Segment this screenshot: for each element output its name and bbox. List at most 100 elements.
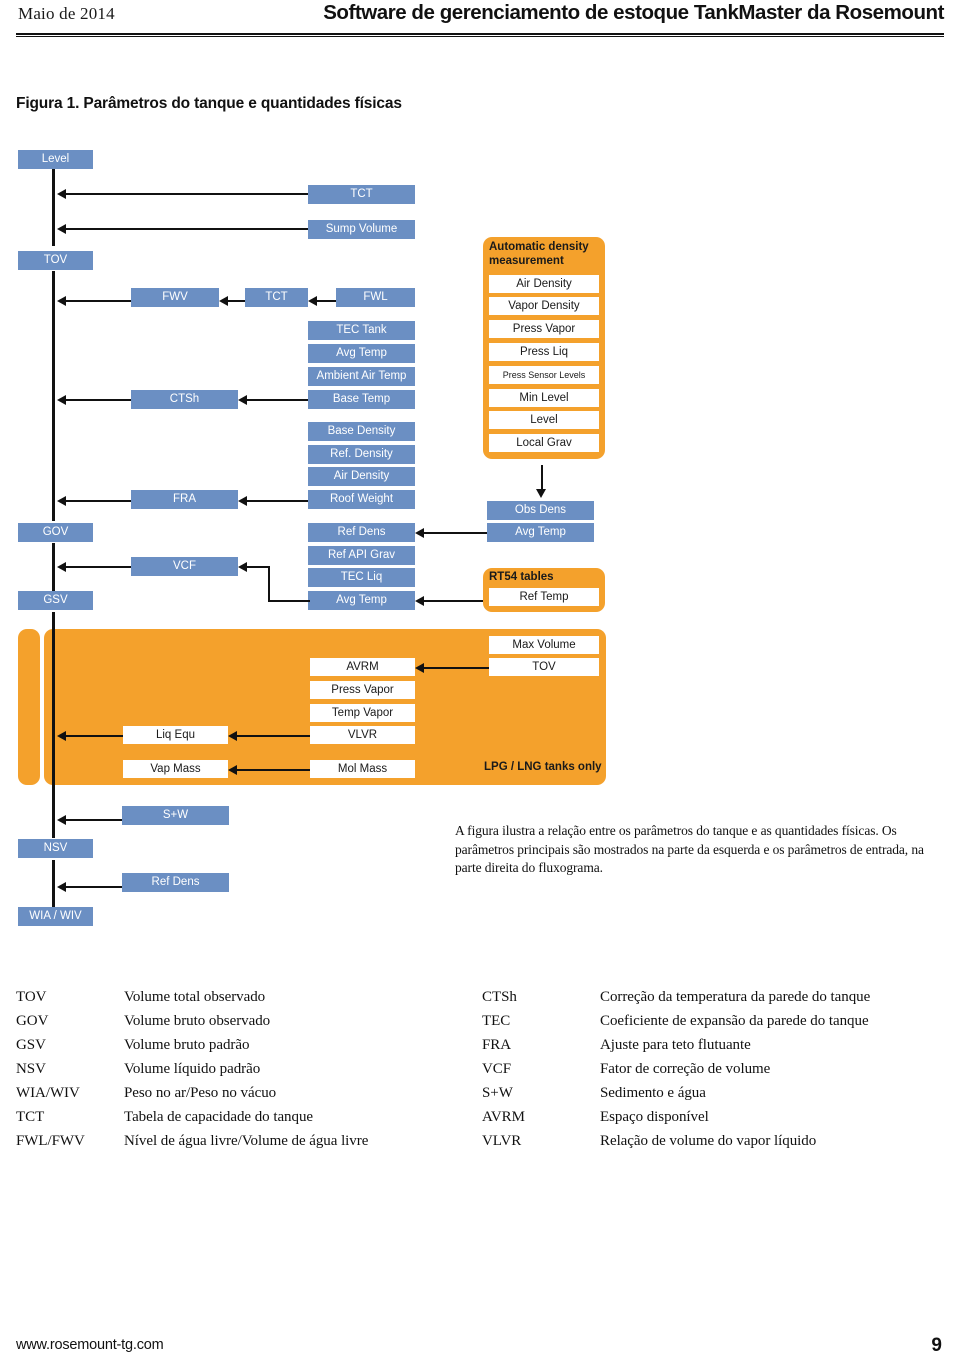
automatic-density-panel-title: Automatic density measurement <box>489 241 589 267</box>
input-box-tct-level: TCT <box>308 185 415 204</box>
input-box-avg-temp-liq: Avg Temp <box>308 591 415 610</box>
connector-fwl-to-tct <box>314 300 336 302</box>
spine-tov-to-gov <box>52 271 55 521</box>
auto-density-item-press-vapor: Press Vapor <box>489 320 599 338</box>
glossary-row: WIA/WIV Peso no ar/Peso no vácuo <box>16 1081 368 1105</box>
auto-density-item-level: Level <box>489 411 599 429</box>
glossary-row: GOV Volume bruto observado <box>16 1009 368 1033</box>
glossary-abbr: FRA <box>482 1037 512 1053</box>
spine-node-gsv: GSV <box>18 591 93 610</box>
spine-node-tov: TOV <box>18 251 93 270</box>
input-box-vcf: VCF <box>131 557 238 576</box>
connector-refdens-to-spine <box>63 886 122 888</box>
connector-ctsh-to-spine <box>63 399 131 401</box>
connector-elbow-to-vcf <box>244 566 270 568</box>
spine-gsv-to-nsv <box>52 612 55 838</box>
arrow-head-vcf-to-spine <box>57 562 66 572</box>
input-box-ref-dens: Ref Dens <box>308 523 415 542</box>
input-box-fra: FRA <box>131 490 238 509</box>
lpg-item-mol-mass: Mol Mass <box>310 760 415 778</box>
glossary-desc: Fator de correção de volume <box>600 1061 771 1077</box>
glossary-row: S+W Sedimento e água <box>482 1081 870 1105</box>
connector-avgtemp-to-refdens <box>421 532 487 534</box>
glossary-row: GSV Volume bruto padrão <box>16 1033 368 1057</box>
spine-gov-to-gsv <box>52 543 55 591</box>
lpg-item-vlvr: VLVR <box>310 726 415 744</box>
document-page: Maio de 2014 Software de gerenciamento d… <box>0 0 960 1371</box>
figure-explanation: A figura ilustra a relação entre os parâ… <box>455 823 924 875</box>
lpg-item-vap-mass: Vap Mass <box>123 760 228 778</box>
connector-fwv-to-spine <box>63 300 131 302</box>
connector-roofweight-to-fra <box>244 500 308 502</box>
input-box-ctsh: CTSh <box>131 390 238 409</box>
lpg-lng-caption: LPG / LNG tanks only <box>484 761 602 773</box>
footer-url[interactable]: www.rosemount-tg.com <box>16 1337 164 1353</box>
auto-density-item-vapor-density: Vapor Density <box>489 297 599 315</box>
glossary-abbr: VCF <box>482 1061 512 1077</box>
lpg-lng-panel <box>18 629 40 785</box>
glossary-row: TOV Volume total observado <box>16 985 368 1009</box>
spine-node-nsv: NSV <box>18 839 93 858</box>
glossary-row: NSV Volume líquido padrão <box>16 1057 368 1081</box>
auto-density-item-local-grav: Local Grav <box>489 434 599 452</box>
glossary-row: CTSh Correção da temperatura da parede d… <box>482 985 870 1009</box>
glossary-abbr: CTSh <box>482 989 517 1005</box>
glossary-row: TCT Tabela de capacidade do tanque <box>16 1105 368 1129</box>
lpg-item-temp-vapor: Temp Vapor <box>310 704 415 722</box>
glossary-row: VLVR Relação de volume do vapor líquido <box>482 1129 870 1153</box>
arrow-head-tov-to-avrm <box>415 663 424 673</box>
input-box-fwv: FWV <box>131 288 219 307</box>
glossary-desc: Nível de água livre/Volume de água livre <box>124 1133 369 1149</box>
arrow-head-tct-to-fwv <box>219 296 228 306</box>
connector-tct-to-spine <box>63 193 308 195</box>
connector-density-to-obsdens <box>541 465 543 491</box>
glossary-row: VCF Fator de correção de volume <box>482 1057 870 1081</box>
arrow-head-refdens-to-spine <box>57 882 66 892</box>
lpg-item-tov: TOV <box>489 658 599 676</box>
input-box-base-temp: Base Temp <box>308 390 415 409</box>
spine-nsv-to-wiawiv <box>52 860 55 908</box>
auto-density-item-press-sensor-levels: Press Sensor Levels <box>489 366 599 384</box>
connector-basetemp-to-ctsh <box>244 399 308 401</box>
glossary-desc: Volume bruto padrão <box>124 1037 250 1053</box>
glossary-abbr: TEC <box>482 1013 511 1029</box>
lpg-item-max-volume: Max Volume <box>489 636 599 654</box>
input-box-ref-api-grav: Ref API Grav <box>308 546 415 565</box>
arrow-head-reftemp-to-avgtemp <box>415 596 424 606</box>
arrow-head-liqequ-to-spine <box>57 731 66 741</box>
connector-tov-to-avrm <box>421 667 489 669</box>
arrow-head-avgtemp-to-refdens <box>415 528 424 538</box>
input-box-tec-tank: TEC Tank <box>308 321 415 340</box>
input-box-tec-liq: TEC Liq <box>308 568 415 587</box>
glossary-abbr: FWL/FWV <box>16 1133 85 1149</box>
auto-density-item-air-density: Air Density <box>489 275 599 293</box>
input-box-tct-fwv: TCT <box>245 288 308 307</box>
auto-density-item-press-liq: Press Liq <box>489 343 599 361</box>
glossary-desc: Espaço disponível <box>600 1109 709 1125</box>
glossary-desc: Volume bruto observado <box>124 1013 271 1029</box>
input-box-avg-temp-obs: Avg Temp <box>487 523 594 542</box>
glossary-abbr: NSV <box>16 1061 46 1077</box>
arrow-head-roofweight-to-fra <box>238 496 247 506</box>
input-box-air-density: Air Density <box>308 467 415 486</box>
input-box-fwl: FWL <box>336 288 415 307</box>
rt54-item-ref-temp: Ref Temp <box>489 588 599 606</box>
glossary-abbr: AVRM <box>482 1109 525 1125</box>
arrow-head-fra-to-spine <box>57 496 66 506</box>
input-box-roof-weight: Roof Weight <box>308 490 415 509</box>
glossary-desc: Volume líquido padrão <box>124 1061 261 1077</box>
glossary-abbr: GOV <box>16 1013 49 1029</box>
glossary-desc: Coeficiente de expansão da parede do tan… <box>600 1013 869 1029</box>
spine-level-to-tov <box>52 168 55 246</box>
arrow-head-sumpvolume-to-spine <box>57 224 66 234</box>
arrow-head-vlvr-to-liqequ <box>228 731 237 741</box>
lpg-item-press-vapor: Press Vapor <box>310 681 415 699</box>
glossary-desc: Peso no ar/Peso no vácuo <box>124 1085 277 1101</box>
arrow-head-fwv-to-spine <box>57 296 66 306</box>
glossary-desc: Sedimento e água <box>600 1085 706 1101</box>
footer-page-number: 9 <box>931 1335 942 1356</box>
glossary-right: CTSh Correção da temperatura da parede d… <box>482 985 870 1153</box>
connector-sumpvolume-to-spine <box>63 228 308 230</box>
glossary-abbr: TOV <box>16 989 47 1005</box>
input-box-avg-temp-tec: Avg Temp <box>308 344 415 363</box>
